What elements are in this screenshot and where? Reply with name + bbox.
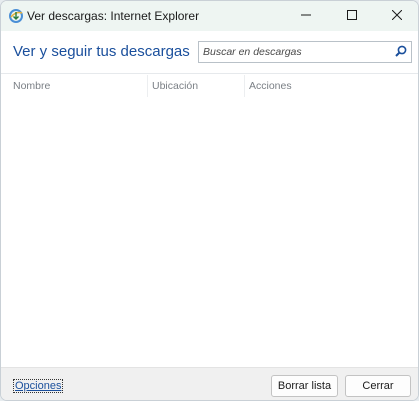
clear-list-button[interactable]: Borrar lista	[271, 375, 338, 397]
search-input[interactable]	[203, 44, 389, 60]
page-title: Ver y seguir tus descargas	[13, 43, 190, 60]
window-title: Ver descargas: Internet Explorer	[27, 9, 200, 23]
close-button[interactable]: Cerrar	[345, 375, 411, 397]
column-header-location[interactable]: Ubicación	[147, 75, 244, 97]
header: Ver y seguir tus descargas	[1, 31, 418, 73]
options-link[interactable]: Opciones	[13, 379, 64, 393]
header-divider	[1, 73, 418, 74]
column-header-name[interactable]: Nombre	[9, 75, 147, 97]
search-box[interactable]	[198, 41, 412, 63]
close-icon	[391, 7, 403, 25]
ie-downloads-icon	[8, 8, 24, 24]
maximize-icon	[347, 7, 357, 25]
close-window-button[interactable]	[374, 1, 418, 31]
column-header-actions[interactable]: Acciones	[244, 75, 404, 97]
search-button[interactable]	[393, 45, 408, 60]
title-bar[interactable]: Ver descargas: Internet Explorer	[1, 1, 418, 31]
maximize-button[interactable]	[329, 1, 375, 31]
downloads-list[interactable]	[1, 97, 418, 367]
minimize-button[interactable]	[283, 1, 329, 31]
search-icon	[394, 44, 407, 62]
downloads-window: Ver descargas: Internet Explorer Ver y s…	[0, 0, 419, 401]
minimize-icon	[301, 7, 311, 25]
footer: Opciones Borrar lista Cerrar	[1, 367, 418, 400]
